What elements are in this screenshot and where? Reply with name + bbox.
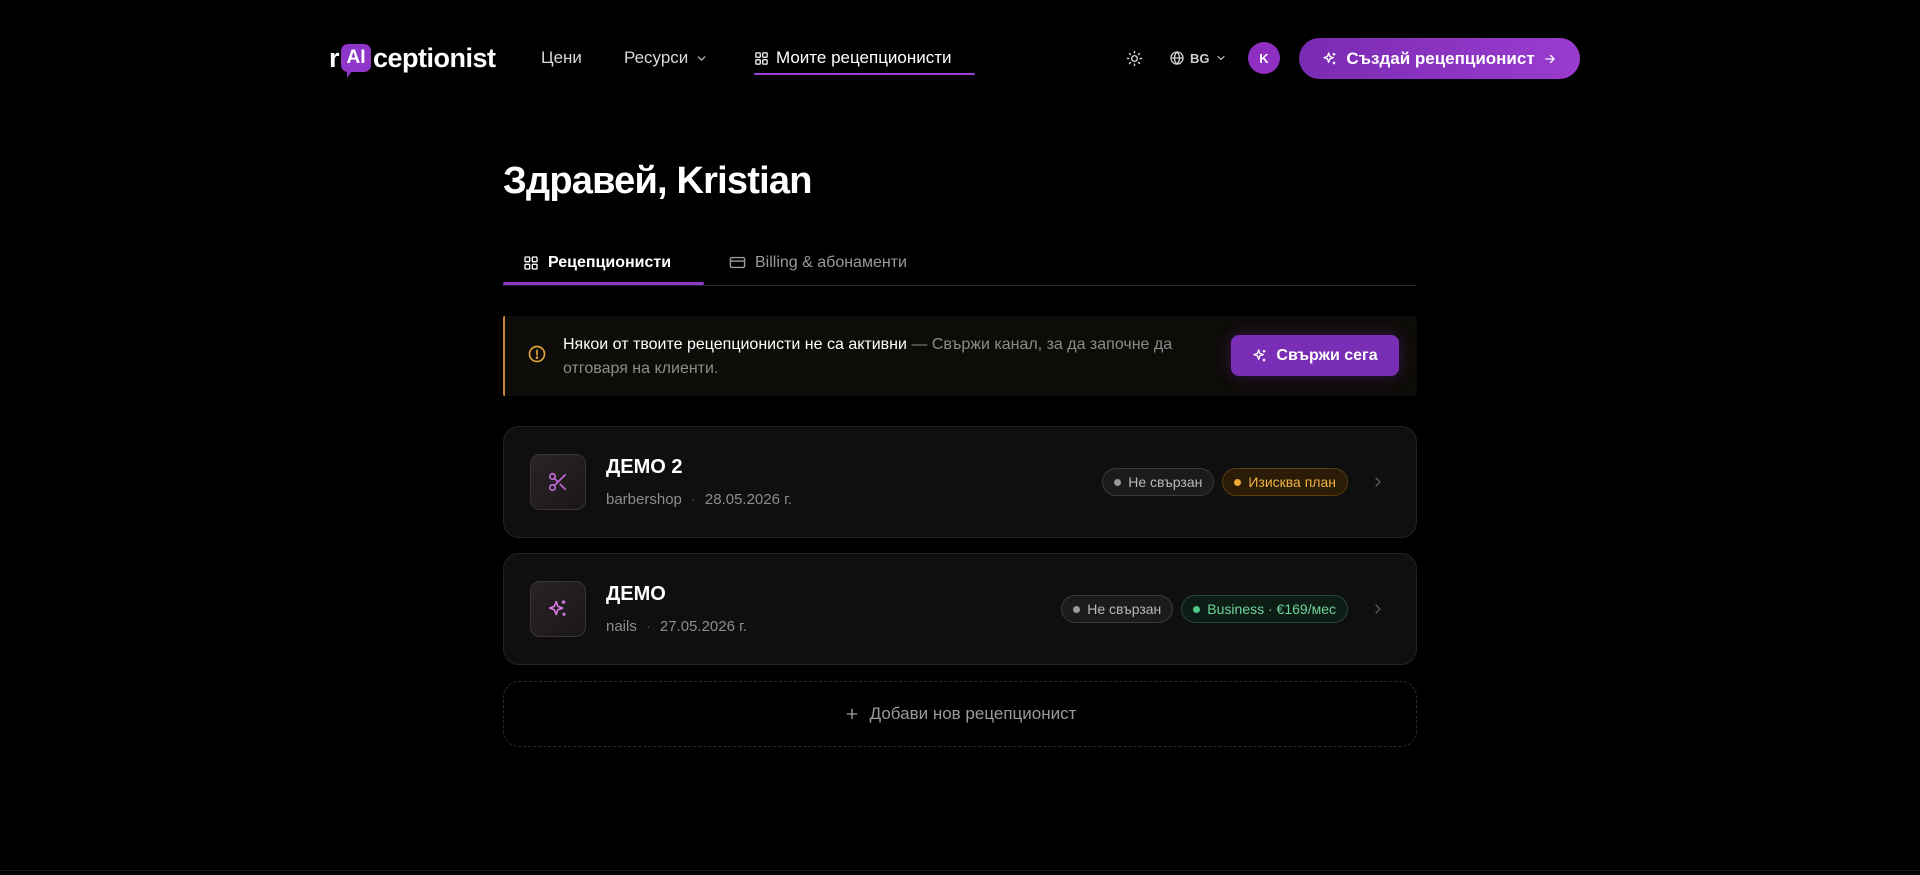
theme-toggle-button[interactable] <box>1124 48 1144 68</box>
status-badge-not-connected: Не свързан <box>1102 468 1215 496</box>
sparkles-icon <box>1253 348 1266 361</box>
user-avatar[interactable]: K <box>1248 42 1280 74</box>
status-badge-label: Не свързан <box>1128 474 1203 490</box>
page: r AI ceptionist Цени Ресурси Моите рецеп… <box>0 0 1920 875</box>
meta-separator: · <box>645 618 651 635</box>
nav-pricing-label: Цени <box>541 48 582 67</box>
receptionist-card[interactable]: ДЕМО nails · 27.05.2026 г. Не свързан Bu… <box>503 553 1417 665</box>
receptionist-name: ДЕМО <box>606 583 666 605</box>
credit-card-icon <box>729 256 746 269</box>
chevron-right-icon <box>1370 601 1386 622</box>
globe-icon <box>1170 51 1184 65</box>
receptionist-card[interactable]: ДЕМО 2 barbershop · 28.05.2026 г. Не свъ… <box>503 426 1417 538</box>
receptionist-meta: barbershop · 28.05.2026 г. <box>606 491 792 508</box>
connect-now-button[interactable]: Свържи сега <box>1231 335 1399 376</box>
tab-active-underline <box>503 282 704 285</box>
page-title: Здравей, Kristian <box>503 160 812 202</box>
status-dot <box>1193 605 1201 613</box>
nav-my-receptionists-label: Моите рецепционисти <box>776 48 952 67</box>
status-dot <box>1234 478 1242 486</box>
alert-circle-icon <box>527 344 547 369</box>
receptionist-meta: nails · 27.05.2026 г. <box>606 618 747 635</box>
status-badge-label: Не свързан <box>1087 601 1162 617</box>
nav-resources[interactable]: Ресурси <box>624 46 708 70</box>
sparkles-icon <box>530 581 586 637</box>
nav-pricing[interactable]: Цени <box>541 46 582 70</box>
receptionist-category: barbershop <box>606 491 682 508</box>
status-badge-label: Изисква план <box>1248 474 1336 490</box>
nav-active-underline <box>754 73 975 75</box>
status-badge-not-connected: Не свързан <box>1061 595 1174 623</box>
arrow-right-icon <box>1544 54 1555 63</box>
status-badge-label: Business · €169/мес <box>1207 601 1336 617</box>
chevron-down-icon <box>1216 55 1225 61</box>
logo-suffix: ceptionist <box>373 42 496 73</box>
create-receptionist-label: Създай рецепционист <box>1346 48 1535 68</box>
create-receptionist-button[interactable]: Създай рецепционист <box>1299 38 1580 79</box>
tab-receptionists-label: Рецепционисти <box>548 253 672 271</box>
alert-message-strong: Някои от твоите рецепционисти не са акти… <box>563 336 907 353</box>
top-navbar: r AI ceptionist Цени Ресурси Моите рецеп… <box>0 0 1920 116</box>
language-selector[interactable]: BG <box>1169 47 1227 69</box>
nav-resources-label: Ресурси <box>624 48 689 67</box>
logo[interactable]: r AI ceptionist <box>329 40 496 78</box>
nav-my-receptionists[interactable]: Моите рецепционисти <box>754 46 952 70</box>
logo-prefix: r <box>329 42 340 73</box>
footer-divider <box>0 870 1920 871</box>
status-dot <box>1073 605 1081 613</box>
dashboard-tabs: Рецепционисти Billing & абонаменти <box>503 240 1417 286</box>
scissors-icon <box>530 454 586 510</box>
sparkles-icon <box>1323 51 1336 64</box>
plus-icon <box>846 708 857 720</box>
meta-separator: · <box>690 491 696 508</box>
status-badge-plan: Business · €169/мес <box>1181 595 1348 623</box>
add-receptionist-label: Добави нов рецепционист <box>869 704 1077 723</box>
chevron-right-icon <box>1370 474 1386 495</box>
sun-icon <box>1126 50 1142 66</box>
tab-billing[interactable]: Billing & абонаменти <box>729 240 907 285</box>
receptionist-date: 28.05.2026 г. <box>704 491 792 508</box>
tab-billing-label: Billing & абонаменти <box>755 253 907 271</box>
receptionist-name: ДЕМО 2 <box>606 456 683 478</box>
alert-message: Някои от твоите рецепционисти не са акти… <box>563 333 1203 381</box>
receptionist-category: nails <box>606 618 637 635</box>
grid-icon <box>524 255 538 270</box>
connect-now-label: Свържи сега <box>1276 346 1378 364</box>
inactive-warning-alert: Някои от твоите рецепционисти не са акти… <box>503 316 1417 396</box>
status-badges: Не свързан Business · €169/мес <box>1061 595 1348 623</box>
status-badges: Не свързан Изисква план <box>1102 468 1348 496</box>
chevron-down-icon <box>697 55 706 61</box>
tab-receptionists[interactable]: Рецепционисти <box>523 240 671 285</box>
add-receptionist-button[interactable]: Добави нов рецепционист <box>503 681 1417 747</box>
logo-ai-badge: AI <box>341 44 372 78</box>
status-badge-plan-required: Изисква план <box>1222 468 1348 496</box>
receptionist-date: 27.05.2026 г. <box>659 618 747 635</box>
grid-icon <box>755 51 768 65</box>
status-dot <box>1114 478 1122 486</box>
language-label: BG <box>1190 50 1210 66</box>
